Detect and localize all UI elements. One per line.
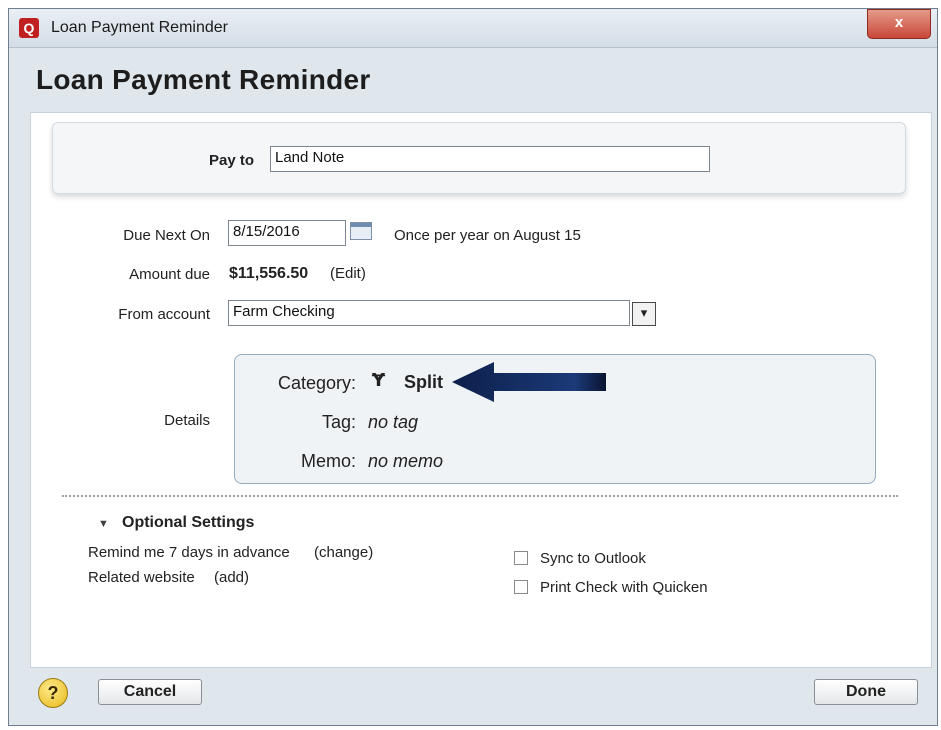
sync-outlook-label: Sync to Outlook <box>540 550 646 567</box>
category-label: Category: <box>277 373 356 393</box>
dropdown-arrow-icon[interactable]: ▾ <box>632 302 656 326</box>
details-label: Details <box>164 412 210 429</box>
due-label: Due Next On <box>123 227 210 244</box>
page-title: Loan Payment Reminder <box>36 64 371 95</box>
window-title: Loan Payment Reminder <box>51 19 228 36</box>
payto-input[interactable]: Land Note <box>270 146 710 172</box>
memo-value[interactable]: no memo <box>368 451 443 472</box>
remind-text: Remind me 7 days in advance <box>88 544 290 561</box>
done-button[interactable]: Done <box>814 679 918 705</box>
title-bar: Q Loan Payment Reminder x <box>9 9 937 48</box>
help-icon[interactable]: ? <box>38 678 68 708</box>
due-date-input[interactable]: 8/15/2016 <box>228 220 346 246</box>
memo-label: Memo: <box>300 451 356 471</box>
tag-value[interactable]: no tag <box>368 412 418 433</box>
split-icon: Ɏ <box>372 370 386 391</box>
collapse-triangle-icon[interactable]: ▼ <box>98 518 109 530</box>
print-check-label: Print Check with Quicken <box>540 579 708 596</box>
sync-outlook-checkbox[interactable] <box>514 551 528 565</box>
amount-value: $11,556.50 <box>229 265 309 282</box>
remind-change-link[interactable]: (change) <box>314 544 373 561</box>
account-select[interactable]: Farm Checking <box>228 300 630 326</box>
amount-label: Amount due <box>129 266 210 283</box>
website-add-link[interactable]: (add) <box>214 569 249 586</box>
recurrence-text: Once per year on August 15 <box>394 227 581 244</box>
section-divider <box>62 495 898 497</box>
category-value[interactable]: Split <box>404 372 443 393</box>
tag-label: Tag: <box>321 412 356 432</box>
print-check-checkbox[interactable] <box>514 580 528 594</box>
app-logo-icon: Q <box>19 18 39 38</box>
close-icon[interactable]: x <box>867 9 931 39</box>
annotation-arrow <box>452 362 606 402</box>
calendar-icon[interactable] <box>350 222 372 240</box>
cancel-button[interactable]: Cancel <box>98 679 202 705</box>
payto-label: Pay to <box>208 152 254 169</box>
optional-settings-title[interactable]: Optional Settings <box>122 514 254 532</box>
website-text: Related website <box>88 569 195 586</box>
account-label: From account <box>118 306 210 323</box>
amount-edit-link[interactable]: (Edit) <box>330 265 366 282</box>
